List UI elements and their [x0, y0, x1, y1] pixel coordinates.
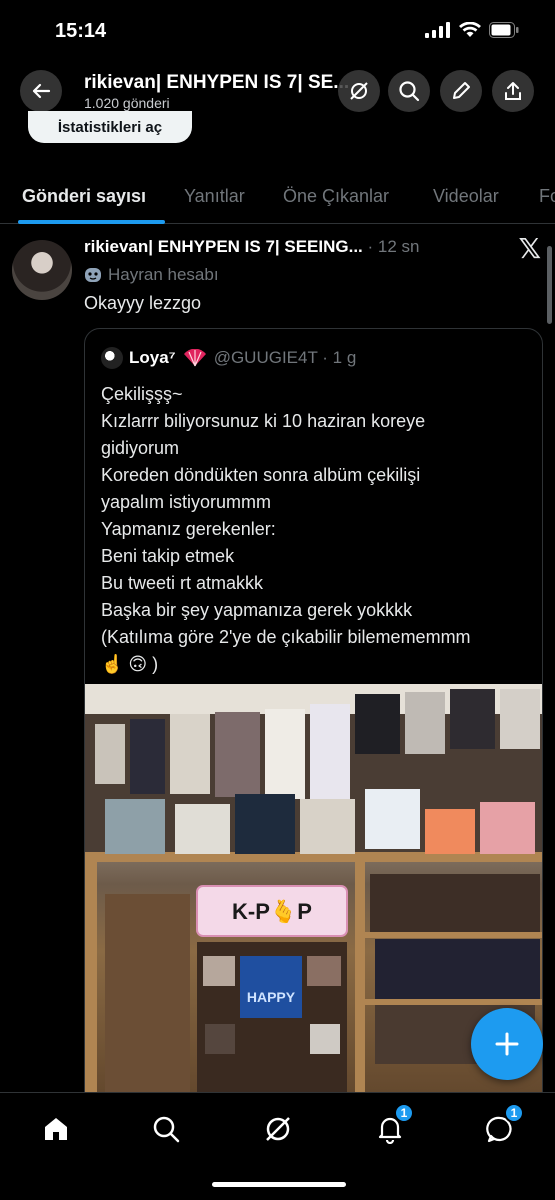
grok-icon [266, 1117, 290, 1141]
quote-text: Çekilişşş~ Kızlarrr biliyorsunuz ki 10 h… [101, 381, 531, 678]
media-text: HAPPY [247, 989, 296, 1005]
quote-line: Koreden döndükten sonra albüm çekilişi [101, 465, 421, 485]
quote-line: gidiyorum [101, 438, 180, 458]
quote-line: Çekilişşş~ [101, 384, 183, 404]
quote-line: (Katılıma göre 2'ye de çıkabilir bilemem… [101, 627, 471, 647]
search-icon [153, 1116, 180, 1143]
kpop-shelf-photo: K-P🫰P HAPPY [85, 684, 542, 1127]
quote-avatar [101, 347, 123, 369]
share-icon [505, 82, 521, 100]
home-indicator[interactable] [212, 1182, 346, 1187]
quote-line: Yapmanız gerekenler: [101, 519, 276, 539]
quoted-tweet[interactable]: Loya⁷ @GUUGIE4T · 1 g Çekilişşş~ Kızlarr… [84, 328, 543, 1128]
tab-more[interactable]: Fo [539, 186, 555, 207]
quote-line: Başka bir şey yapmanıza gerek yokkkk [101, 600, 413, 620]
status-icons [425, 22, 519, 38]
nav-grok[interactable] [258, 1109, 298, 1149]
status-time: 15:14 [55, 20, 107, 42]
wifi-icon [459, 22, 481, 37]
tweet-text: Okayyy lezzgo [84, 293, 202, 313]
battery-icon [489, 22, 519, 38]
back-button[interactable] [20, 70, 62, 112]
pencil-icon [453, 82, 470, 99]
author-name: rikievan| ENHYPEN IS 7| SEEING... [84, 237, 363, 256]
tweet-author[interactable]: rikievan| ENHYPEN IS 7| SEEING... · 12 s… [84, 237, 420, 257]
nav-notifications[interactable]: 1 [370, 1103, 414, 1149]
avatar[interactable] [12, 240, 72, 300]
tab-highlights[interactable]: Öne Çıkanlar [283, 186, 389, 207]
active-tab-indicator [18, 220, 165, 224]
tab-replies[interactable]: Yanıtlar [184, 186, 245, 207]
quote-media-image[interactable]: K-P🫰P HAPPY [85, 684, 542, 1127]
tab-posts[interactable]: Gönderi sayısı [22, 186, 146, 207]
quote-line: Kızlarrr biliyorsunuz ki 10 haziran kore… [101, 411, 426, 431]
fan-account-label: Hayran hesabı [84, 265, 219, 285]
search-button[interactable] [388, 70, 430, 112]
fan-label-text: Hayran hesabı [108, 265, 219, 284]
messages-badge: 1 [504, 1103, 524, 1123]
nav-search[interactable] [146, 1109, 186, 1149]
status-bar: 15:14 [0, 0, 555, 62]
profile-tabs: Gönderi sayısı Yanıtlar Öne Çıkanlar Vid… [0, 170, 555, 224]
tab-videos[interactable]: Videolar [433, 186, 499, 207]
quote-line: yapalım istiyorummm [101, 492, 272, 512]
nav-home[interactable] [36, 1109, 76, 1149]
post-count: 1.020 gönderi [84, 95, 170, 111]
grok-button[interactable] [338, 70, 380, 112]
nav-messages[interactable]: 1 [480, 1103, 524, 1149]
edit-button[interactable] [440, 70, 482, 112]
media-sign: K-P🫰P [232, 899, 312, 924]
quote-handle: @GUUGIE4T · 1 g [213, 348, 357, 367]
search-icon [399, 81, 420, 102]
quote-line: Beni takip etmek [101, 546, 235, 566]
plus-icon [495, 1032, 519, 1056]
quote-author-name: Loya⁷ [129, 348, 176, 367]
x-logo-icon: 𝕏 [518, 233, 541, 264]
home-icon [45, 1118, 67, 1140]
scrollbar[interactable] [547, 246, 552, 324]
quote-header: Loya⁷ @GUUGIE4T · 1 g [101, 347, 356, 369]
tweet-time: · 12 sn [367, 237, 420, 256]
notifications-badge: 1 [394, 1103, 414, 1123]
grok-icon [350, 82, 368, 100]
signal-icon [425, 22, 450, 38]
arrow-left-icon [32, 83, 51, 99]
mask-icon [85, 268, 101, 282]
quote-line: Bu tweeti rt atmakkk [101, 573, 264, 593]
open-stats-button[interactable]: İstatistikleri aç [28, 111, 192, 143]
fan-icon [183, 349, 206, 367]
compose-button[interactable] [471, 1008, 543, 1080]
share-button[interactable] [492, 70, 534, 112]
quote-line: ☝️ 🙃 ) [101, 654, 159, 674]
